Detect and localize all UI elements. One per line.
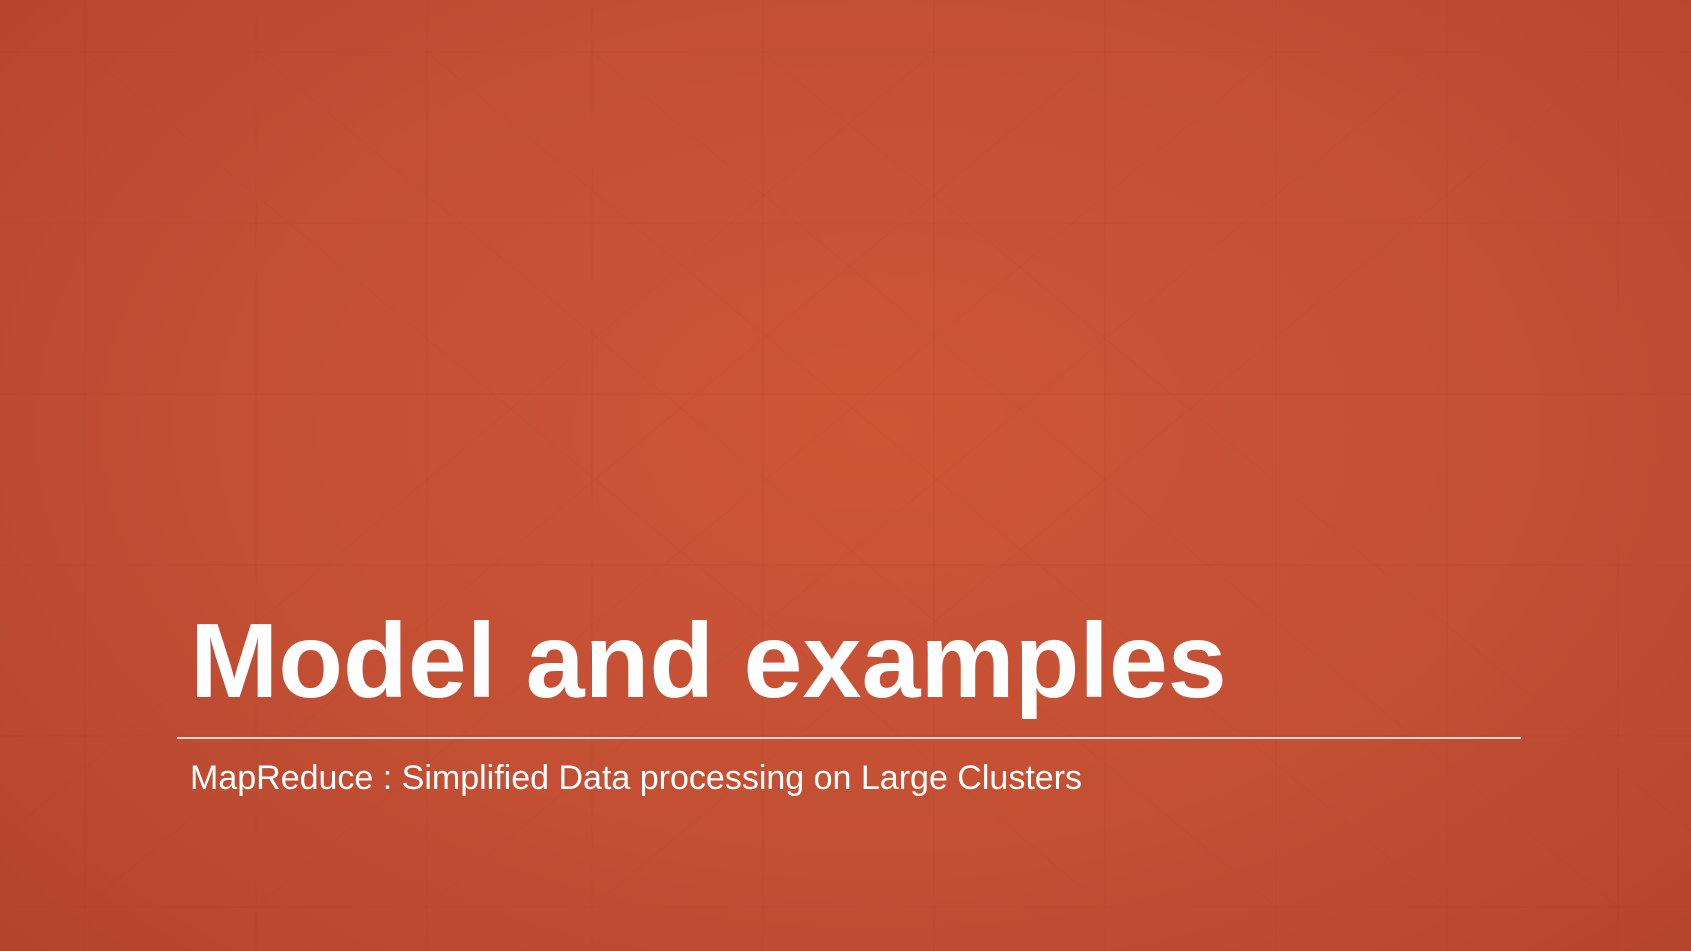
title-slide: Model and examples MapReduce : Simplifie… xyxy=(0,0,1691,951)
background-grid-pattern xyxy=(0,0,1691,951)
slide-title: Model and examples xyxy=(190,602,1227,720)
title-divider xyxy=(177,737,1521,739)
slide-subtitle: MapReduce : Simplified Data processing o… xyxy=(190,759,1083,797)
